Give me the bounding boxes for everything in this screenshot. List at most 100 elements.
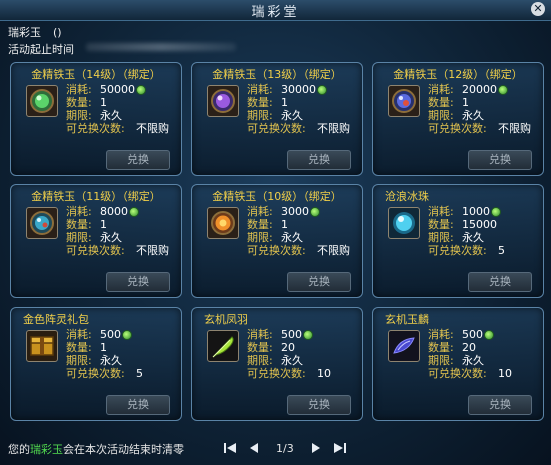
times-label: 可兑换次数: (66, 367, 125, 380)
exchange-button[interactable]: 兑换 (287, 272, 351, 292)
times-label: 可兑换次数: (247, 367, 306, 380)
qty-value: 1 (462, 96, 469, 109)
cost-value: 500 (462, 328, 483, 341)
title-bar: 瑞彩堂 ✕ (0, 0, 551, 21)
term-value: 永久 (462, 109, 484, 122)
cost-value: 30000 (281, 83, 316, 96)
shop-item-card: 金精铁玉（11级）（绑定） 消耗: 8000 数量: 1 期限: 永久 可兑换次数: 不… (10, 184, 182, 298)
page-indicator: 1/3 (276, 441, 294, 455)
shop-item-card: 金精铁玉（10级）（绑定） 消耗: 3000 数量: 1 期限: 永久 可兑换次数: 不… (191, 184, 363, 298)
jade-coin-icon (129, 207, 139, 217)
qty-label: 数量: (247, 341, 273, 354)
exchange-button[interactable]: 兑换 (106, 150, 170, 170)
cost-value: 20000 (462, 83, 497, 96)
exchange-button[interactable]: 兑换 (468, 150, 532, 170)
jade-coin-icon (303, 330, 313, 340)
times-value: 5 (136, 367, 143, 380)
term-value: 永久 (281, 231, 303, 244)
term-label: 期限: (428, 231, 454, 244)
currency-name: 瑞彩玉 (8, 26, 41, 39)
times-value: 10 (317, 367, 331, 380)
first-page-icon (224, 443, 236, 453)
item-name: 金精铁玉（12级）（绑定） (393, 68, 523, 81)
item-grid: 金精铁玉（14级）（绑定） 消耗: 50000 数量: 1 期限: 永久 可兑换次数:… (10, 62, 544, 426)
term-label: 期限: (428, 354, 454, 367)
cost-value: 500 (100, 328, 121, 341)
orange-gem-icon[interactable] (207, 207, 239, 239)
blue-gem-icon[interactable] (388, 85, 420, 117)
times-value: 不限购 (317, 244, 350, 257)
teal-gem-icon[interactable] (26, 207, 58, 239)
qty-label: 数量: (428, 96, 454, 109)
prev-page-button[interactable] (246, 440, 262, 456)
cost-label: 消耗: (247, 83, 273, 96)
purple-gem-icon[interactable] (207, 85, 239, 117)
times-label: 可兑换次数: (66, 244, 125, 257)
times-value: 5 (498, 244, 505, 257)
jade-coin-icon (310, 207, 320, 217)
exchange-button[interactable]: 兑换 (468, 272, 532, 292)
currency-count: () (53, 26, 62, 39)
prev-page-icon (250, 443, 258, 453)
times-value: 不限购 (317, 122, 350, 135)
shop-item-card: 金精铁玉（13级）（绑定） 消耗: 30000 数量: 1 期限: 永久 可兑换次数:… (191, 62, 363, 176)
times-label: 可兑换次数: (247, 244, 306, 257)
cost-label: 消耗: (428, 83, 454, 96)
qty-value: 1 (281, 218, 288, 231)
cost-value: 8000 (100, 205, 128, 218)
exchange-button[interactable]: 兑换 (287, 150, 351, 170)
shop-item-card: 玄机玉麟 消耗: 500 数量: 20 期限: 永久 可兑换次数: 10 兑换 (372, 307, 544, 421)
shop-item-card: 沧浪冰珠 消耗: 1000 数量: 15000 期限: 永久 可兑换次数: 5 兑换 (372, 184, 544, 298)
times-label: 可兑换次数: (428, 367, 487, 380)
cost-value: 500 (281, 328, 302, 341)
times-value: 不限购 (136, 122, 169, 135)
event-period-label: 活动起止时间 (8, 43, 74, 56)
term-value: 永久 (281, 109, 303, 122)
close-button[interactable]: ✕ (531, 2, 545, 16)
term-label: 期限: (66, 354, 92, 367)
qty-label: 数量: (428, 218, 454, 231)
next-page-button[interactable] (308, 440, 324, 456)
shop-item-card: 玄机凤羽 消耗: 500 数量: 20 期限: 永久 可兑换次数: 10 兑换 (191, 307, 363, 421)
item-name: 沧浪冰珠 (385, 190, 429, 203)
cost-value: 50000 (100, 83, 135, 96)
qty-label: 数量: (247, 218, 273, 231)
term-value: 永久 (100, 109, 122, 122)
reset-notice: 您的瑞彩玉会在本次活动结束时清零 (8, 441, 184, 457)
window-title: 瑞彩堂 (251, 5, 300, 20)
item-name: 金色阵灵礼包 (23, 313, 89, 326)
jade-coin-icon (491, 207, 501, 217)
feather-icon[interactable] (207, 330, 239, 362)
last-page-button[interactable] (332, 440, 348, 456)
times-label: 可兑换次数: (66, 122, 125, 135)
qty-value: 1 (100, 96, 107, 109)
times-value: 不限购 (498, 122, 531, 135)
cost-label: 消耗: (428, 205, 454, 218)
gift-chest-icon[interactable] (26, 330, 58, 362)
qty-value: 15000 (462, 218, 497, 231)
times-label: 可兑换次数: (428, 244, 487, 257)
term-label: 期限: (247, 109, 273, 122)
scale-icon[interactable] (388, 330, 420, 362)
ice-orb-icon[interactable] (388, 207, 420, 239)
qty-value: 1 (281, 96, 288, 109)
jade-coin-icon (122, 330, 132, 340)
exchange-button[interactable]: 兑换 (468, 395, 532, 415)
exchange-button[interactable]: 兑换 (287, 395, 351, 415)
shop-item-card: 金精铁玉（14级）（绑定） 消耗: 50000 数量: 1 期限: 永久 可兑换次数:… (10, 62, 182, 176)
term-value: 永久 (281, 354, 303, 367)
qty-label: 数量: (247, 96, 273, 109)
qty-value: 20 (462, 341, 476, 354)
event-period-value (86, 43, 236, 51)
term-value: 永久 (100, 354, 122, 367)
exchange-button[interactable]: 兑换 (106, 395, 170, 415)
green-gem-icon[interactable] (26, 85, 58, 117)
item-name: 金精铁玉（11级）（绑定） (31, 190, 161, 203)
last-page-icon (333, 443, 346, 453)
qty-label: 数量: (66, 218, 92, 231)
reset-notice-suffix: 会在本次活动结束时清零 (63, 443, 184, 456)
times-value: 10 (498, 367, 512, 380)
exchange-button[interactable]: 兑换 (106, 272, 170, 292)
first-page-button[interactable] (222, 440, 238, 456)
qty-label: 数量: (66, 341, 92, 354)
